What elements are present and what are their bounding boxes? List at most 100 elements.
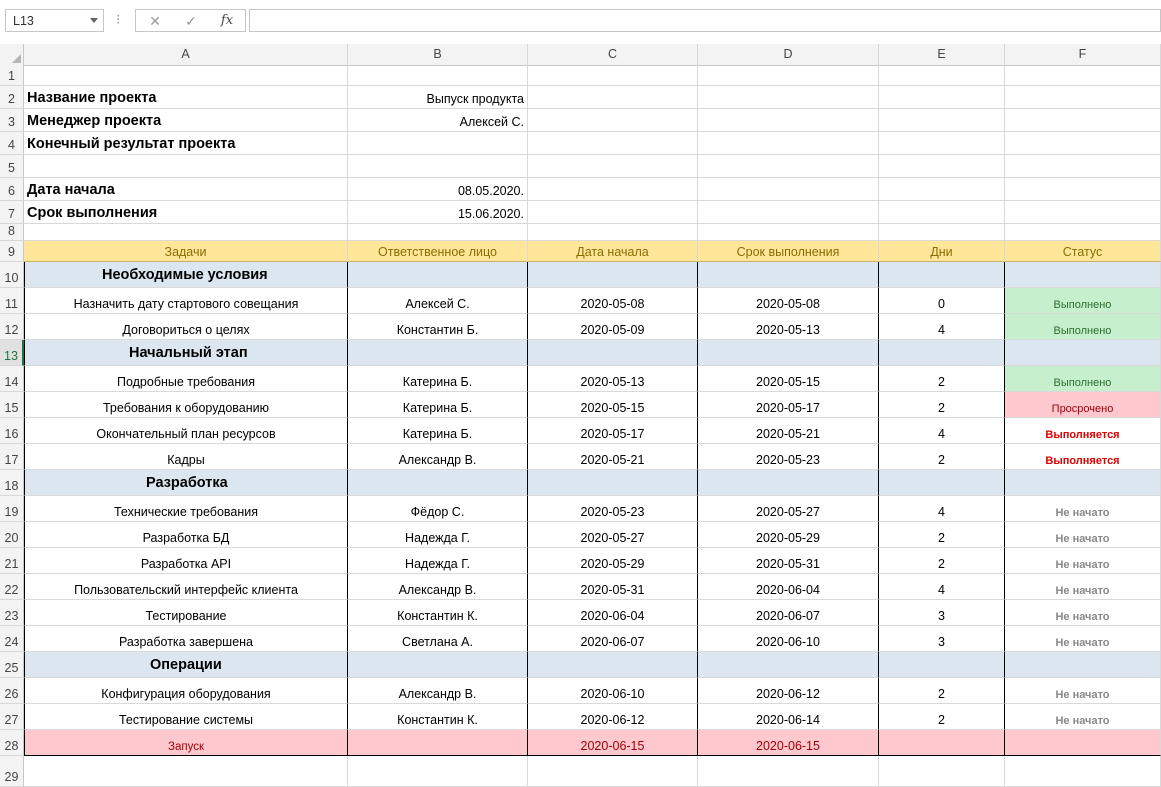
cell[interactable]: 2 [879, 366, 1005, 392]
row-header[interactable]: 15 [0, 392, 24, 418]
cell[interactable] [528, 132, 698, 155]
row-header[interactable]: 2 [0, 86, 24, 109]
cell[interactable]: 2020-06-07 [698, 600, 879, 626]
row-header[interactable]: 22 [0, 574, 24, 600]
row-header[interactable]: 26 [0, 678, 24, 704]
cell[interactable] [879, 201, 1005, 224]
cell[interactable]: 2020-05-21 [528, 444, 698, 470]
cell[interactable]: 2020-06-04 [528, 600, 698, 626]
cell[interactable]: Запуск [24, 730, 348, 756]
cell[interactable]: 2 [879, 678, 1005, 704]
cell[interactable]: 2020-05-27 [528, 522, 698, 548]
row-header[interactable]: 10 [0, 262, 24, 288]
cell[interactable] [348, 340, 528, 366]
cell[interactable]: Срок выполнения [698, 241, 879, 262]
cell[interactable]: Надежда Г. [348, 522, 528, 548]
cell[interactable] [1005, 756, 1161, 787]
cell[interactable]: 2020-05-31 [528, 574, 698, 600]
cell[interactable]: 2020-05-23 [698, 444, 879, 470]
row-header[interactable]: 27 [0, 704, 24, 730]
cell[interactable] [698, 262, 879, 288]
cell[interactable] [879, 652, 1005, 678]
cell[interactable]: Разработка завершена [24, 626, 348, 652]
row-header[interactable]: 5 [0, 155, 24, 178]
cell[interactable] [879, 262, 1005, 288]
cell[interactable] [528, 470, 698, 496]
row-header[interactable]: 19 [0, 496, 24, 522]
cell[interactable]: Дни [879, 241, 1005, 262]
row-header[interactable]: 29 [0, 756, 24, 787]
row-header[interactable]: 8 [0, 224, 24, 241]
cell[interactable]: Константин К. [348, 704, 528, 730]
cell[interactable] [348, 470, 528, 496]
column-header-d[interactable]: D [698, 44, 879, 65]
row-header[interactable]: 18 [0, 470, 24, 496]
cell[interactable]: Катерина Б. [348, 418, 528, 444]
cell[interactable]: 4 [879, 314, 1005, 340]
row-header[interactable]: 23 [0, 600, 24, 626]
cell[interactable] [1005, 109, 1161, 132]
cell[interactable]: Разработка БД [24, 522, 348, 548]
row-header[interactable]: 21 [0, 548, 24, 574]
cell[interactable] [1005, 652, 1161, 678]
cell[interactable]: Подробные требования [24, 366, 348, 392]
cell[interactable] [879, 178, 1005, 201]
cell[interactable] [698, 340, 879, 366]
cell[interactable] [348, 756, 528, 787]
cell[interactable] [879, 155, 1005, 178]
cell[interactable]: 2020-05-15 [528, 392, 698, 418]
cell[interactable] [348, 730, 528, 756]
row-header[interactable]: 11 [0, 288, 24, 314]
cell[interactable] [348, 65, 528, 86]
cell[interactable] [24, 756, 348, 787]
cell[interactable] [348, 224, 528, 241]
cell[interactable]: Выполнено [1005, 366, 1161, 392]
cell[interactable] [528, 224, 698, 241]
cell[interactable]: 2020-06-12 [698, 678, 879, 704]
cancel-icon[interactable]: ✕ [144, 12, 166, 30]
cell[interactable] [348, 155, 528, 178]
cell[interactable] [698, 224, 879, 241]
cell[interactable] [698, 109, 879, 132]
cell[interactable] [1005, 340, 1161, 366]
cell[interactable]: 2020-06-07 [528, 626, 698, 652]
row-header[interactable]: 16 [0, 418, 24, 444]
cell[interactable]: Конечный результат проекта [24, 132, 348, 155]
row-header[interactable]: 3 [0, 109, 24, 132]
cell[interactable]: Ответственное лицо [348, 241, 528, 262]
row-header[interactable]: 24 [0, 626, 24, 652]
cell[interactable]: Просрочено [1005, 392, 1161, 418]
cell[interactable]: 2020-05-17 [698, 392, 879, 418]
cell[interactable]: Тестирование [24, 600, 348, 626]
cell[interactable]: 2020-05-15 [698, 366, 879, 392]
cell[interactable]: Не начато [1005, 548, 1161, 574]
cell[interactable]: 2020-05-29 [698, 522, 879, 548]
cell[interactable] [1005, 730, 1161, 756]
cell[interactable]: 2 [879, 392, 1005, 418]
row-header[interactable]: 12 [0, 314, 24, 340]
column-header-c[interactable]: C [528, 44, 698, 65]
cell[interactable] [879, 340, 1005, 366]
cell[interactable]: Светлана А. [348, 626, 528, 652]
row-header[interactable]: 20 [0, 522, 24, 548]
cell[interactable]: 3 [879, 626, 1005, 652]
cell[interactable]: 2020-05-23 [528, 496, 698, 522]
cell[interactable]: Срок выполнения [24, 201, 348, 224]
cell[interactable]: 2020-05-13 [698, 314, 879, 340]
cell[interactable] [698, 652, 879, 678]
row-header[interactable]: 1 [0, 65, 24, 86]
cell[interactable] [879, 756, 1005, 787]
row-header[interactable]: 25 [0, 652, 24, 678]
cell[interactable] [528, 86, 698, 109]
cell[interactable] [528, 178, 698, 201]
cell[interactable] [879, 224, 1005, 241]
cell[interactable]: Не начато [1005, 574, 1161, 600]
cell[interactable]: Выполняется [1005, 444, 1161, 470]
cell[interactable] [698, 132, 879, 155]
cell[interactable]: Не начато [1005, 600, 1161, 626]
column-header-e[interactable]: E [879, 44, 1005, 65]
cell[interactable] [528, 652, 698, 678]
cell[interactable] [528, 340, 698, 366]
cell[interactable]: Договориться о целях [24, 314, 348, 340]
cell[interactable]: Разработка [24, 470, 348, 496]
